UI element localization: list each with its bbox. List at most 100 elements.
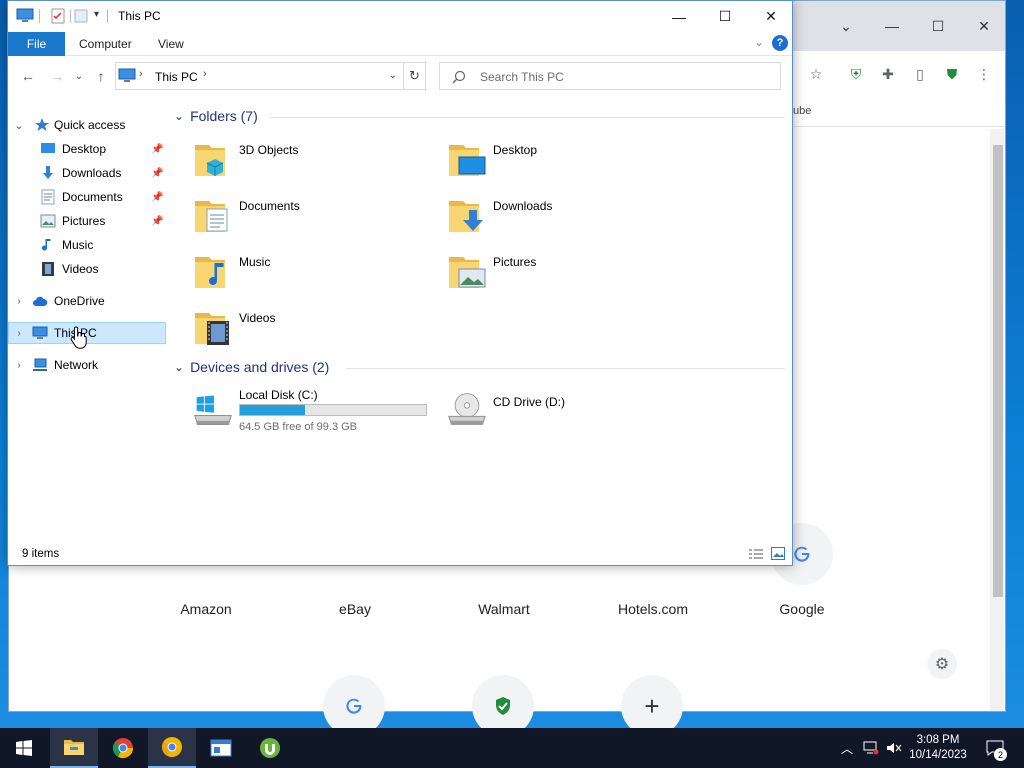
nav-network[interactable]: › Network — [8, 354, 166, 376]
close-button[interactable]: ✕ — [748, 1, 794, 32]
folder-desktop[interactable]: Desktop — [447, 139, 687, 189]
videos-film-icon — [42, 262, 54, 276]
taskbar-app-window[interactable] — [197, 728, 245, 768]
pictures-folder-icon — [449, 257, 486, 288]
shortcut-label: Walmart — [478, 601, 530, 617]
recent-locations-chevron-icon[interactable]: ⌄ — [71, 67, 87, 85]
group-collapse-chevron-icon[interactable]: ⌄ — [174, 109, 184, 123]
chrome-tab-search-icon[interactable]: ⌄ — [831, 11, 861, 41]
chrome-maximize-button[interactable]: ☐ — [923, 11, 953, 41]
details-view-icon[interactable] — [748, 548, 764, 560]
expanded-chevron-icon[interactable]: ⌄ — [13, 119, 25, 132]
address-history-chevron-icon[interactable]: ⌄ — [389, 70, 397, 81]
notification-count-badge: 2 — [994, 748, 1007, 761]
group-collapse-chevron-icon[interactable]: ⌄ — [174, 360, 184, 374]
taskbar-chrome[interactable] — [99, 728, 147, 768]
chrome-minimize-button[interactable]: — — [877, 11, 907, 41]
customize-qa-chevron-icon[interactable]: ▾ — [94, 9, 99, 20]
taskbar: ︿ 3:08 PM 10/14/2023 2 — [0, 728, 1024, 768]
folders-group-header[interactable]: ⌄ Folders (7) — [174, 108, 258, 124]
pin-icon[interactable]: 📌 — [151, 216, 163, 227]
windows-logo-icon — [16, 740, 32, 756]
group-divider — [270, 117, 785, 118]
search-box[interactable]: Search This PC — [439, 62, 781, 90]
tab-computer[interactable]: Computer — [79, 37, 132, 51]
nav-downloads[interactable]: Downloads 📌 — [8, 162, 166, 184]
pin-icon[interactable]: 📌 — [151, 192, 163, 203]
desktop-folder-icon — [449, 145, 486, 176]
search-icon — [452, 70, 466, 84]
folder-3d-objects[interactable]: 3D Objects — [193, 139, 433, 189]
taskbar-utorrent[interactable] — [246, 728, 294, 768]
side-panel-icon[interactable]: ▯ — [911, 65, 929, 83]
nav-quick-access[interactable]: ⌄ Quick access — [8, 114, 166, 136]
start-button[interactable] — [0, 728, 48, 768]
action-center[interactable]: 2 — [980, 728, 1010, 768]
folder-videos[interactable]: Videos — [193, 307, 433, 357]
nav-music[interactable]: Music — [8, 234, 166, 256]
desktop-icon — [41, 143, 55, 153]
explorer-titlebar[interactable]: ▾ This PC — ☐ ✕ — [8, 1, 792, 32]
tab-file[interactable]: File — [8, 32, 65, 56]
chrome-close-button[interactable]: ✕ — [969, 11, 999, 41]
nav-documents[interactable]: Documents 📌 — [8, 186, 166, 208]
navigation-pane: ⌄ Quick access Desktop 📌 Downloads 📌 Doc… — [8, 103, 168, 543]
file-explorer-window[interactable]: ▾ This PC — ☐ ✕ File Computer View ⌄ ? ←… — [7, 0, 793, 566]
refresh-icon[interactable]: ↻ — [404, 62, 426, 90]
breadcrumb-chevron-icon[interactable]: › — [203, 68, 207, 80]
customize-gear-icon[interactable]: ⚙ — [927, 649, 957, 679]
devices-group-header[interactable]: ⌄ Devices and drives (2) — [174, 359, 329, 375]
minimize-button[interactable]: — — [656, 1, 702, 32]
folder-music[interactable]: Music — [193, 251, 433, 301]
extension-shield-icon[interactable]: ⛨ — [847, 65, 865, 83]
show-hidden-icons-chevron-icon[interactable]: ︿ — [838, 728, 856, 768]
videos-folder-icon — [195, 313, 229, 345]
search-placeholder: Search This PC — [480, 70, 564, 84]
bookmark-fragment[interactable]: ube — [793, 105, 811, 117]
this-pc-icon — [16, 8, 34, 22]
breadcrumb-this-pc[interactable]: This PC — [155, 70, 198, 84]
drive-local-disk-c[interactable]: Local Disk (C:) 64.5 GB free of 99.3 GB — [193, 384, 453, 434]
tab-view[interactable]: View — [158, 37, 184, 51]
adblock-shield-icon[interactable]: ⛊ — [943, 65, 961, 83]
forward-arrow-icon[interactable]: → — [49, 67, 65, 85]
shortcut-label: Hotels.com — [617, 601, 689, 617]
nav-desktop[interactable]: Desktop 📌 — [8, 138, 166, 160]
folder-documents[interactable]: Documents — [193, 195, 433, 245]
expand-ribbon-chevron-icon[interactable]: ⌄ — [754, 35, 764, 49]
pin-icon[interactable]: 📌 — [151, 144, 163, 155]
network-status-icon[interactable] — [860, 728, 882, 768]
disk-usage-fill — [240, 405, 306, 415]
content-pane: ⌄ Folders (7) 3D Objects Desktop Documen… — [170, 103, 790, 543]
nav-onedrive[interactable]: › OneDrive — [8, 290, 166, 312]
help-icon[interactable]: ? — [772, 35, 788, 51]
collapsed-chevron-icon[interactable]: › — [13, 360, 25, 371]
up-arrow-icon[interactable]: ↑ — [93, 67, 109, 85]
chrome-menu-icon[interactable]: ⋮ — [975, 65, 993, 83]
pictures-icon — [40, 214, 56, 228]
nav-videos[interactable]: Videos — [8, 258, 166, 280]
volume-muted-icon[interactable] — [884, 728, 904, 768]
chrome-scrollbar[interactable] — [990, 129, 1004, 711]
address-bar[interactable]: › This PC › ⌄ — [115, 62, 404, 90]
nav-pictures[interactable]: Pictures 📌 — [8, 210, 166, 232]
maximize-button[interactable]: ☐ — [702, 1, 748, 32]
properties-icon[interactable] — [51, 8, 65, 24]
large-icons-view-icon[interactable] — [771, 547, 785, 560]
taskbar-file-explorer[interactable] — [50, 728, 98, 768]
taskbar-chrome-canary[interactable] — [148, 728, 196, 768]
collapsed-chevron-icon[interactable]: › — [13, 296, 25, 307]
extensions-puzzle-icon[interactable]: ✚ — [879, 65, 897, 83]
qa-separator — [39, 9, 40, 23]
breadcrumb-chevron-icon[interactable]: › — [139, 68, 143, 80]
pin-icon[interactable]: 📌 — [151, 168, 163, 179]
bookmark-star-icon[interactable]: ☆ — [807, 65, 825, 83]
folder-pictures[interactable]: Pictures — [447, 251, 687, 301]
drive-cd-d[interactable]: CD Drive (D:) — [447, 384, 687, 434]
folder-downloads[interactable]: Downloads — [447, 195, 687, 245]
back-arrow-icon[interactable]: ← — [20, 67, 36, 85]
new-folder-icon[interactable] — [74, 8, 88, 24]
collapsed-chevron-icon[interactable]: › — [13, 328, 25, 339]
system-clock[interactable]: 3:08 PM 10/14/2023 — [905, 733, 971, 763]
chrome-scrollbar-thumb[interactable] — [993, 145, 1003, 597]
